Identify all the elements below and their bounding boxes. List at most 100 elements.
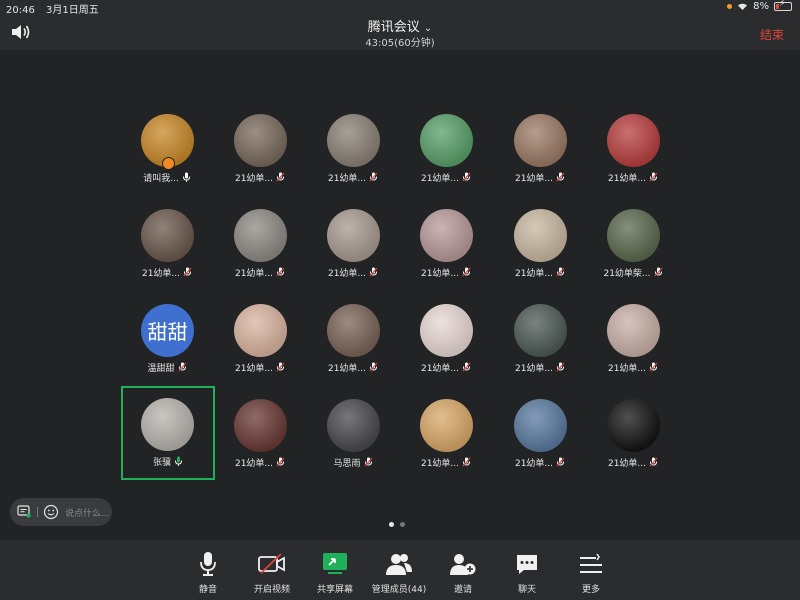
- host-badge-icon: [162, 157, 175, 170]
- participant-name-row: 21幼单...: [307, 266, 399, 279]
- participant-name: 21幼单...: [327, 269, 367, 279]
- participant-tile[interactable]: 21幼单...: [214, 292, 306, 384]
- participant-tile[interactable]: 21幼单...: [587, 387, 679, 479]
- participant-name-row: 马思雨: [307, 456, 399, 469]
- participant-tile[interactable]: 21幼单...: [214, 102, 306, 194]
- mic-off-icon: [556, 457, 565, 467]
- chat-button[interactable]: 聊天: [492, 550, 562, 595]
- avatar: [234, 114, 287, 167]
- mic-off-icon: [276, 362, 285, 372]
- participant-tile[interactable]: 21幼单柴...: [587, 197, 679, 289]
- avatar: [607, 399, 660, 452]
- participant-name-row: 21幼单...: [494, 171, 586, 184]
- participant-name: 21幼单...: [234, 459, 274, 469]
- participant-name-row: 21幼单...: [214, 171, 306, 184]
- participant-tile[interactable]: 甜甜温甜甜: [121, 292, 213, 384]
- participant-tile[interactable]: 请叫我...: [121, 102, 213, 194]
- mic-on-icon: [182, 172, 191, 182]
- more-label: 更多: [581, 585, 600, 595]
- participant-tile[interactable]: 21幼单...: [400, 197, 492, 289]
- participant-tile[interactable]: 马思雨: [307, 387, 399, 479]
- mic-off-icon: [556, 267, 565, 277]
- participant-tile[interactable]: 21幼单...: [494, 197, 586, 289]
- avatar: [607, 114, 660, 167]
- participant-name-row: 21幼单...: [494, 361, 586, 374]
- avatar: [514, 114, 567, 167]
- avatar: 甜甜: [141, 304, 194, 357]
- share-screen-button[interactable]: 共享屏幕: [300, 550, 370, 595]
- end-meeting-button[interactable]: 结束: [760, 26, 784, 43]
- members-icon: [386, 554, 412, 575]
- participant-tile[interactable]: 21幼单...: [307, 102, 399, 194]
- participant-tile[interactable]: 21幼单...: [400, 292, 492, 384]
- participant-tile[interactable]: 21幼单...: [214, 197, 306, 289]
- participant-tile[interactable]: 21幼单...: [587, 102, 679, 194]
- participant-tile[interactable]: 21幼单...: [214, 387, 306, 479]
- mic-off-icon: [369, 172, 378, 182]
- participant-name: 21幼单...: [420, 364, 460, 374]
- page-dot-active[interactable]: [389, 522, 394, 527]
- participant-name: 张骥: [152, 458, 171, 468]
- mic-off-icon: [649, 172, 658, 182]
- participant-name: 21幼单...: [141, 269, 181, 279]
- participant-name: 请叫我...: [143, 174, 179, 184]
- meeting-title-text: 腾讯会议: [367, 20, 420, 35]
- meeting-title[interactable]: 腾讯会议 ⌄: [0, 16, 800, 35]
- mic-off-icon: [462, 457, 471, 467]
- participant-name-row: 21幼单柴...: [587, 266, 679, 279]
- mute-button[interactable]: 静音: [173, 550, 243, 595]
- participant-tile[interactable]: 21幼单...: [494, 387, 586, 479]
- mic-off-icon: [462, 172, 471, 182]
- participant-tile[interactable]: 21幼单...: [587, 292, 679, 384]
- participant-name-row: 21幼单...: [214, 266, 306, 279]
- mic-off-icon: [649, 457, 658, 467]
- mic-off-icon: [276, 172, 285, 182]
- participant-tile[interactable]: 21幼单...: [400, 387, 492, 479]
- mute-label: 静音: [198, 585, 217, 595]
- start-video-button[interactable]: 开启视频: [237, 550, 307, 595]
- chat-input-placeholder: 说点什么...: [65, 509, 110, 519]
- emoji-icon[interactable]: [43, 504, 59, 520]
- participant-name-row: 请叫我...: [121, 171, 213, 184]
- chat-input[interactable]: 说点什么...: [10, 498, 112, 526]
- wifi-icon: [738, 3, 748, 10]
- participant-name-row: 21幼单...: [494, 456, 586, 469]
- add-user-icon: [450, 554, 476, 575]
- participant-name: 21幼单...: [420, 174, 460, 184]
- participant-name: 21幼单...: [327, 364, 367, 374]
- meeting-timer: 43:05(60分钟): [365, 38, 435, 49]
- participant-tile[interactable]: 21幼单...: [494, 292, 586, 384]
- avatar: [234, 399, 287, 452]
- chat-bubble-icon: [17, 505, 31, 518]
- battery-percent: 8%: [753, 1, 769, 12]
- participant-tile[interactable]: 21幼单...: [121, 197, 213, 289]
- meeting-header: 腾讯会议 ⌄ 43:05(60分钟) 结束: [0, 14, 800, 50]
- bottom-toolbar: 静音 开启视频 共享屏幕 管理成员(44) 邀请 聊天 更多: [0, 540, 800, 600]
- page-indicator[interactable]: [389, 522, 405, 527]
- participant-name: 21幼单...: [607, 174, 647, 184]
- avatar: [327, 209, 380, 262]
- participant-name: 21幼单...: [234, 174, 274, 184]
- participant-name: 21幼单柴...: [603, 269, 651, 279]
- participant-name-row: 21幼单...: [121, 266, 213, 279]
- participant-name-row: 21幼单...: [307, 361, 399, 374]
- share-screen-label: 共享屏幕: [316, 585, 353, 595]
- participant-tile[interactable]: 21幼单...: [307, 197, 399, 289]
- mic-indicator-dot: [727, 4, 733, 9]
- page-dot[interactable]: [400, 522, 405, 527]
- avatar: [141, 209, 194, 262]
- invite-button[interactable]: 邀请: [428, 550, 498, 595]
- mic-off-icon: [276, 267, 285, 277]
- manage-members-button[interactable]: 管理成员(44): [364, 550, 434, 595]
- avatar: [420, 304, 473, 357]
- participant-name: 21幼单...: [514, 459, 554, 469]
- participant-name: 温甜甜: [147, 364, 175, 374]
- participant-tile[interactable]: 21幼单...: [307, 292, 399, 384]
- mic-off-icon: [276, 457, 285, 467]
- participant-tile-active[interactable]: 张骥: [121, 386, 215, 480]
- avatar: [514, 399, 567, 452]
- more-button[interactable]: 更多: [556, 550, 626, 595]
- participant-tile[interactable]: 21幼单...: [494, 102, 586, 194]
- participant-tile[interactable]: 21幼单...: [400, 102, 492, 194]
- invite-label: 邀请: [453, 585, 472, 595]
